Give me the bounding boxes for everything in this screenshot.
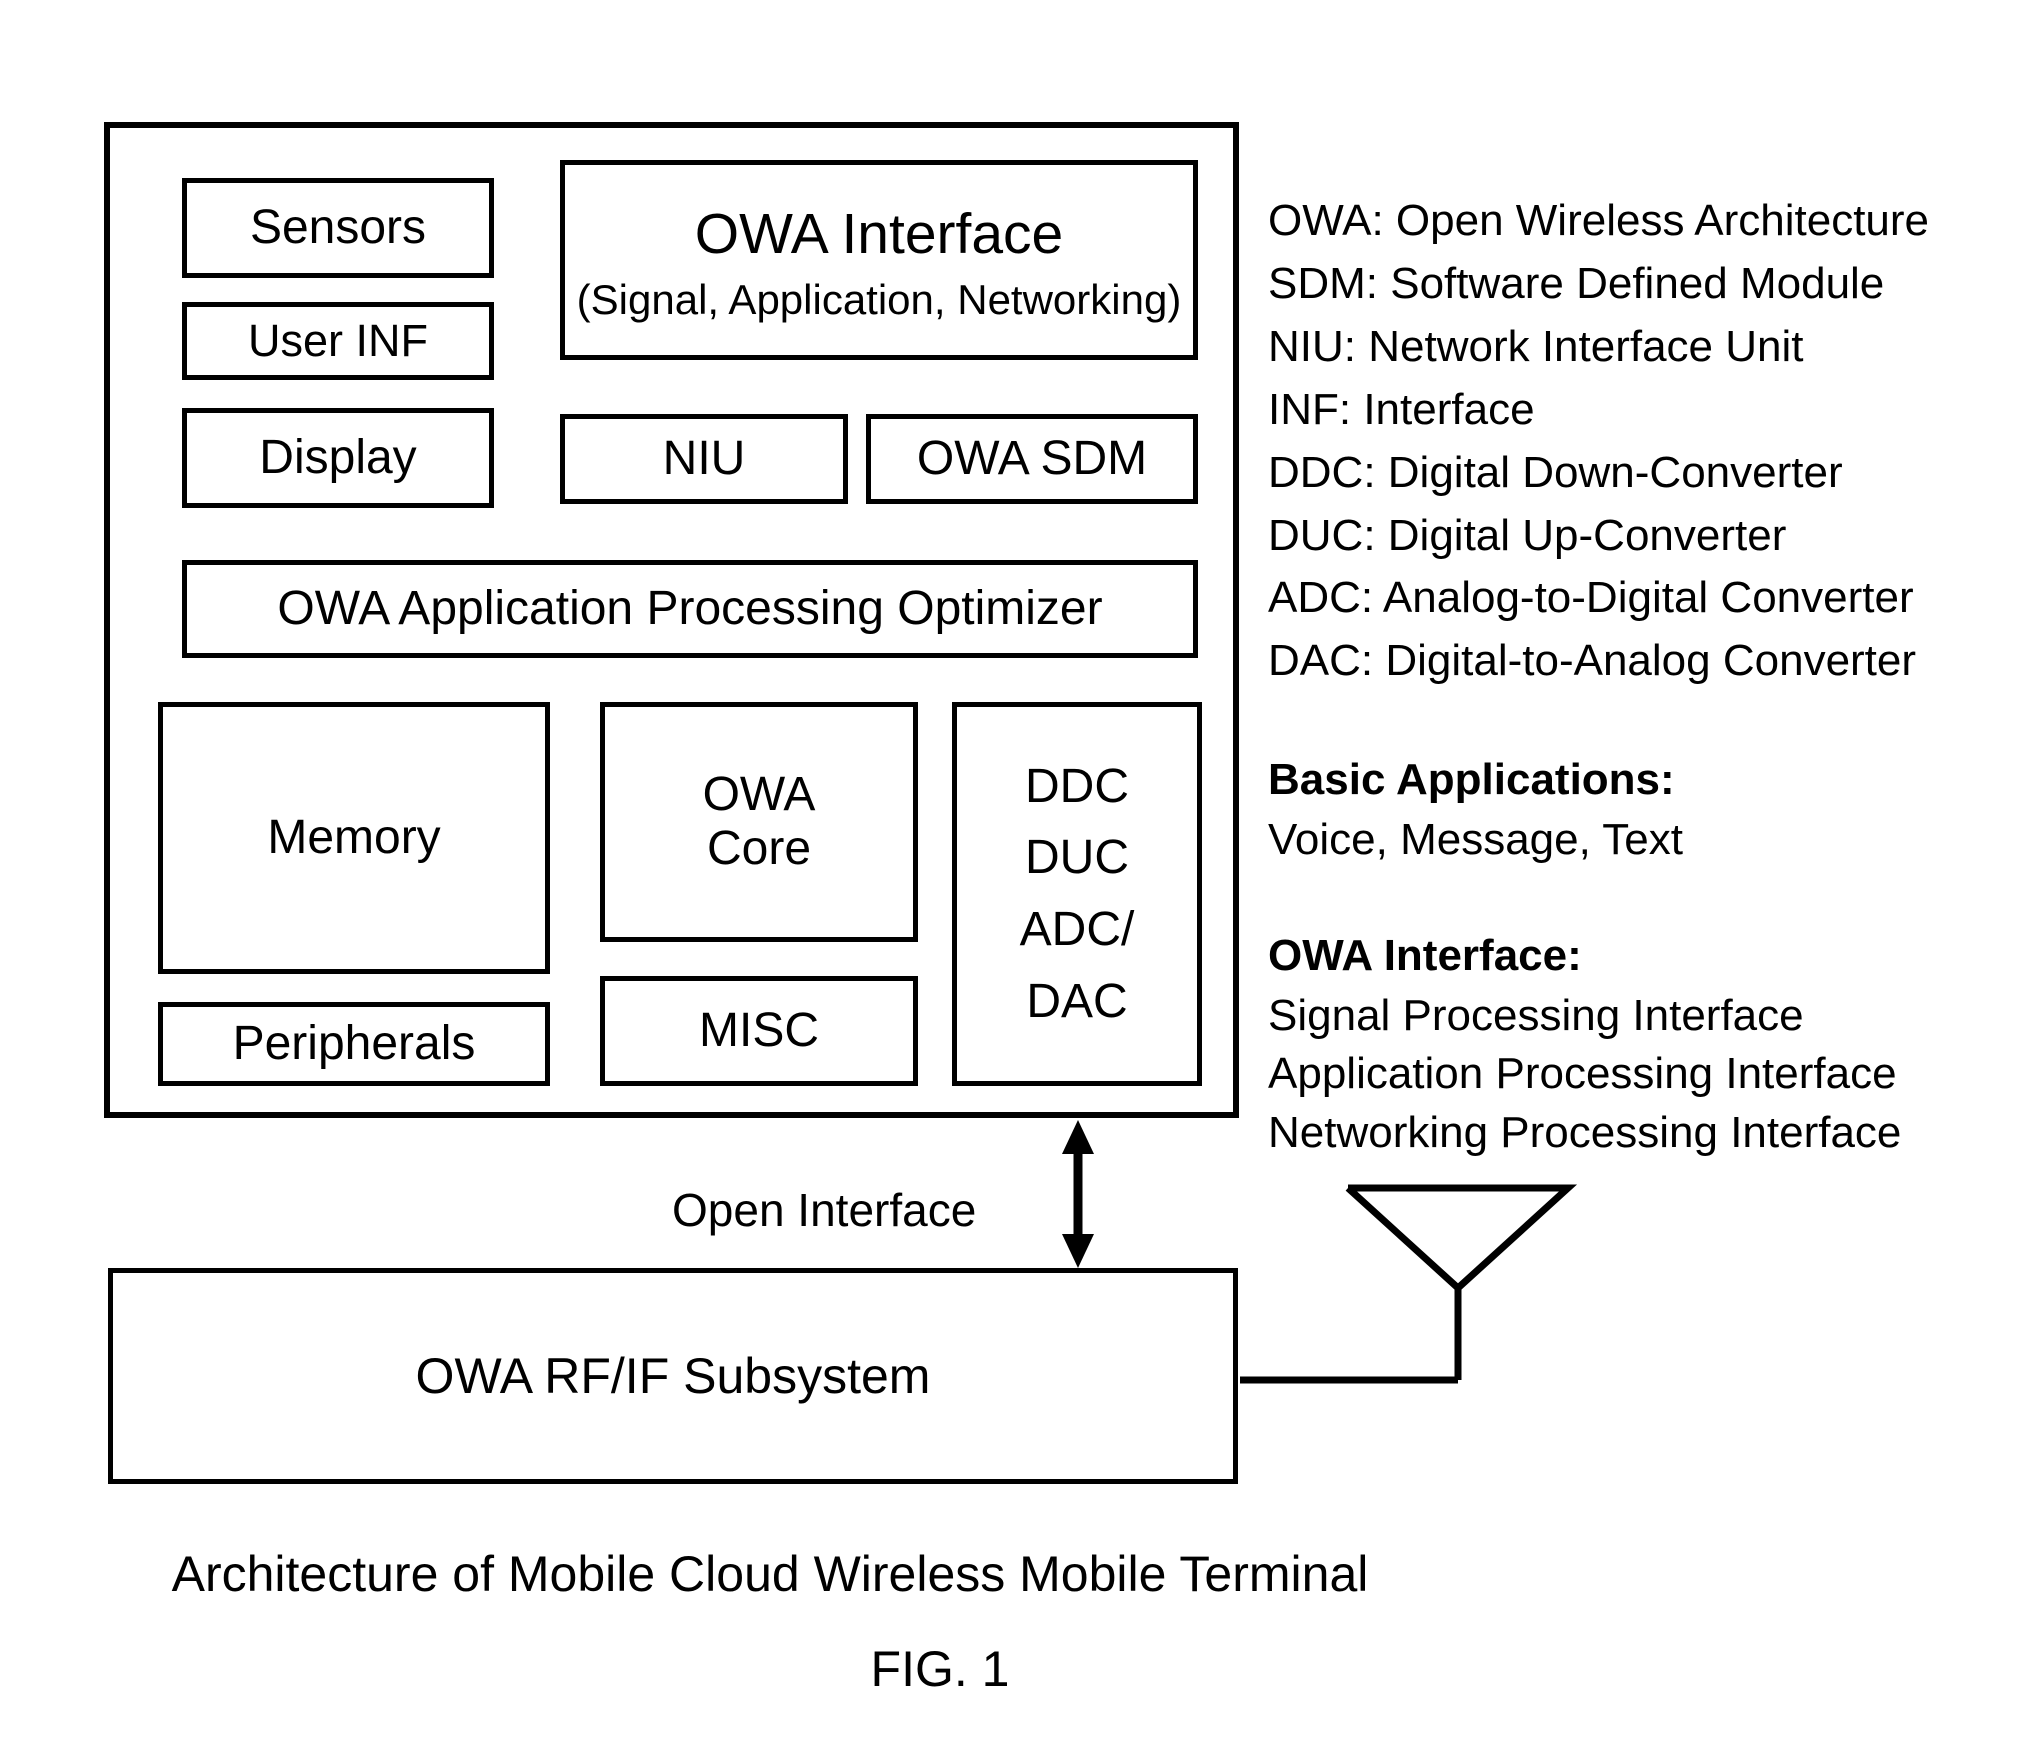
block-user-inf-label: User INF xyxy=(248,314,428,366)
owa-interface-title: OWA Interface: xyxy=(1268,931,1582,981)
owa-interface-section: OWA Interface: Signal Processing Interfa… xyxy=(1268,925,1968,1162)
block-niu: NIU xyxy=(560,414,848,504)
block-owa-core-label-line2: Core xyxy=(706,822,812,875)
block-owa-sdm-label: OWA SDM xyxy=(916,432,1148,486)
block-owa-interface-title: OWA Interface xyxy=(694,202,1064,267)
block-owa-interface-subtitle: (Signal, Application, Networking) xyxy=(576,275,1182,323)
abbreviation-ddc: DDC: Digital Down-Converter xyxy=(1268,447,1843,497)
block-peripherals: Peripherals xyxy=(158,1002,550,1086)
converter-label-ddc: DDC xyxy=(1025,759,1129,813)
abbreviation-dac: DAC: Digital-to-Analog Converter xyxy=(1268,636,1917,686)
abbreviation-adc: ADC: Analog-to-Digital Converter xyxy=(1268,573,1914,623)
block-peripherals-label: Peripherals xyxy=(232,1017,476,1071)
basic-applications-title: Basic Applications: xyxy=(1268,755,1675,805)
open-interface-label: Open Interface xyxy=(672,1184,977,1236)
block-user-inf: User INF xyxy=(182,302,494,380)
figure-caption: Architecture of Mobile Cloud Wireless Mo… xyxy=(171,1546,1369,1602)
block-misc-label: MISC xyxy=(699,1004,819,1058)
basic-applications-line-1: Voice, Message, Text xyxy=(1268,814,1683,864)
figure-canvas: Sensors User INF Display OWA Interface (… xyxy=(0,0,2040,1753)
block-sensors: Sensors xyxy=(182,178,494,278)
block-owa-core: OWA Core xyxy=(600,702,918,942)
block-converters: DDC DUC ADC/ DAC xyxy=(952,702,1202,1086)
block-owa-application-processing-optimizer: OWA Application Processing Optimizer xyxy=(182,560,1198,658)
legend-panel: OWA: Open Wireless Architecture SDM: Sof… xyxy=(1268,190,1968,1163)
block-owa-rf-if-subsystem: OWA RF/IF Subsystem xyxy=(108,1268,1238,1484)
abbreviation-owa: OWA: Open Wireless Architecture xyxy=(1268,196,1930,245)
owa-interface-line-1: Signal Processing Interface xyxy=(1268,990,1804,1040)
abbreviation-sdm: SDM: Software Defined Module xyxy=(1268,258,1885,308)
open-interface-double-arrow-icon xyxy=(1062,1120,1094,1268)
block-memory-label: Memory xyxy=(267,811,441,865)
owa-interface-line-2: Application Processing Interface xyxy=(1268,1049,1897,1099)
basic-applications-section: Basic Applications: Voice, Message, Text xyxy=(1268,749,1968,869)
block-owa-sdm: OWA SDM xyxy=(866,414,1198,504)
block-sensors-label: Sensors xyxy=(249,201,427,255)
abbreviation-list: OWA: Open Wireless Architecture SDM: Sof… xyxy=(1268,190,1968,693)
abbreviation-duc: DUC: Digital Up-Converter xyxy=(1268,510,1787,560)
abbreviation-niu: NIU: Network Interface Unit xyxy=(1268,321,1804,371)
abbreviation-inf: INF: Interface xyxy=(1268,384,1535,434)
owa-interface-line-3: Networking Processing Interface xyxy=(1268,1107,1902,1157)
block-memory: Memory xyxy=(158,702,550,974)
block-niu-label: NIU xyxy=(662,432,746,486)
block-display: Display xyxy=(182,408,494,508)
converter-label-duc: DUC xyxy=(1025,831,1129,885)
antenna-icon xyxy=(1240,1184,1578,1384)
block-optimizer-label: OWA Application Processing Optimizer xyxy=(277,582,1103,636)
block-misc: MISC xyxy=(600,976,918,1086)
converter-label-adc: ADC/ xyxy=(1019,903,1135,956)
block-rf-if-label: OWA RF/IF Subsystem xyxy=(415,1348,931,1404)
converter-label-dac: DAC xyxy=(1026,974,1128,1028)
block-owa-interface: OWA Interface (Signal, Application, Netw… xyxy=(560,160,1198,360)
block-owa-core-label-line1: OWA xyxy=(702,768,816,822)
figure-number: FIG. 1 xyxy=(870,1641,1010,1697)
block-display-label: Display xyxy=(259,431,417,485)
